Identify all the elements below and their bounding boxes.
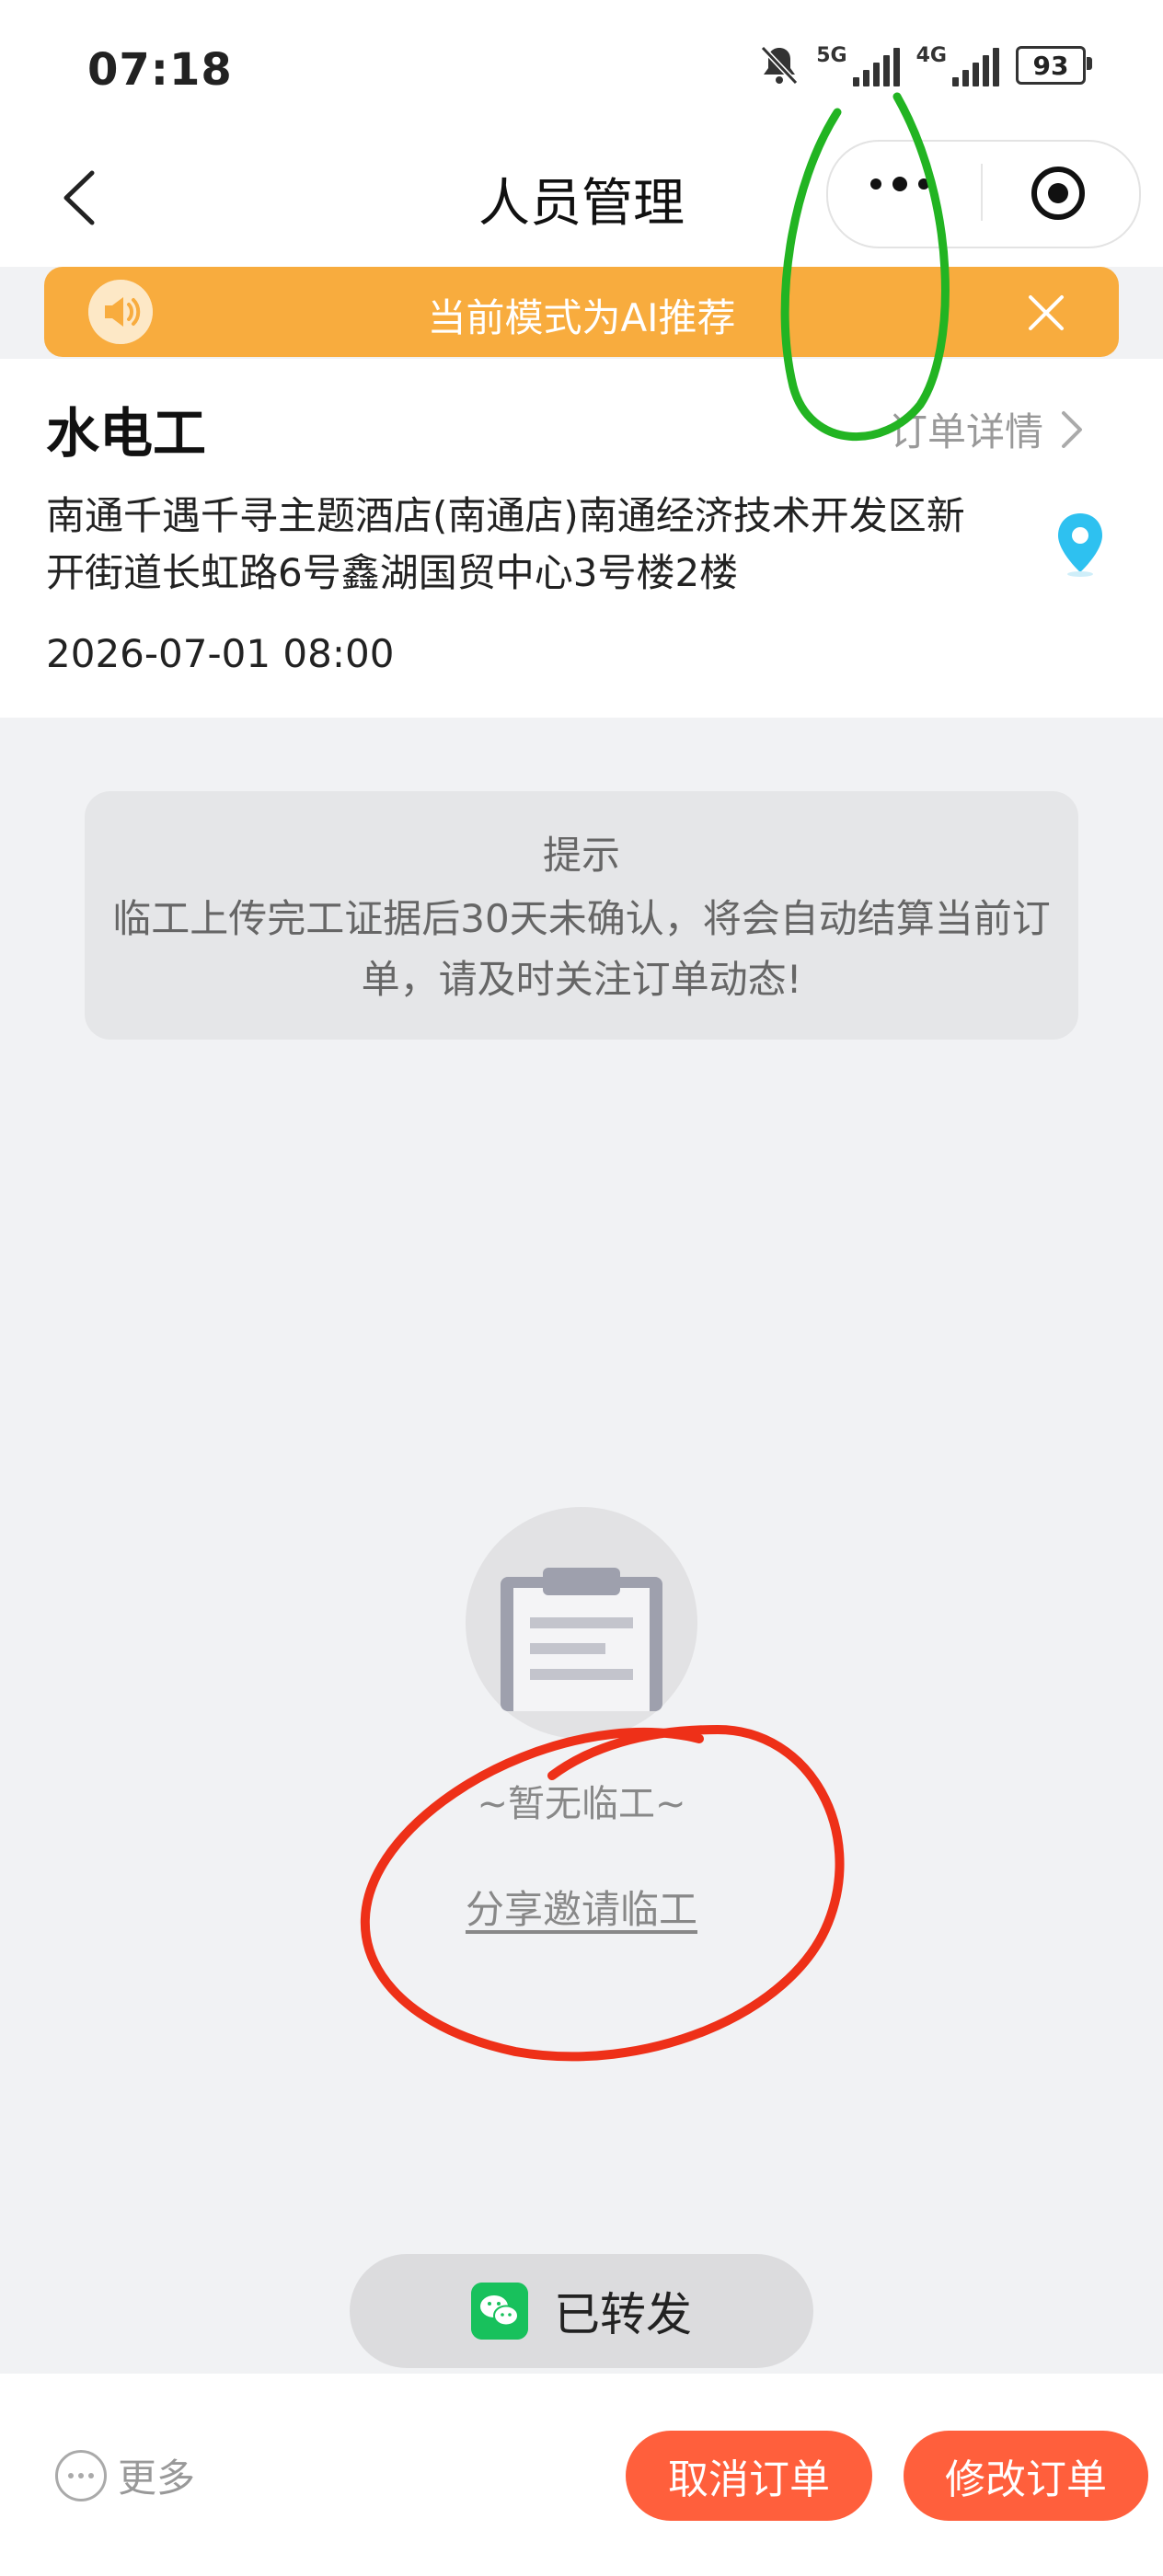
more-label: 更多	[118, 2455, 196, 2501]
notice-title: 提示	[542, 833, 620, 878]
signal-5g-icon: 5G	[816, 44, 900, 86]
more-button[interactable]: 更多	[55, 2447, 195, 2503]
clipboard-icon	[501, 1568, 662, 1711]
forwarded-label: 已转发	[554, 2288, 692, 2341]
order-detail-link[interactable]: 订单详情	[889, 401, 1084, 457]
signal-4g-icon: 4G	[916, 44, 999, 86]
order-datetime: 2026-07-01 08:00	[46, 631, 395, 676]
more-circle-icon	[55, 2449, 107, 2501]
status-time: 07:18	[87, 44, 233, 96]
close-icon[interactable]	[1023, 290, 1069, 336]
miniprogram-capsule	[826, 140, 1141, 248]
capsule-divider	[981, 164, 983, 221]
forwarded-button[interactable]: 已转发	[350, 2254, 813, 2368]
chevron-right-icon	[1062, 410, 1083, 448]
cancel-order-button[interactable]: 取消订单	[626, 2431, 872, 2521]
edit-order-button[interactable]: 修改订单	[904, 2431, 1148, 2521]
share-invite-label[interactable]: 分享邀请临工	[466, 1887, 697, 1932]
order-detail-label: 订单详情	[889, 409, 1044, 454]
order-address: 南通千遇千寻主题酒店(南通店)南通经济技术开发区新开街道长虹路6号鑫湖国贸中心3…	[46, 493, 965, 595]
net-label-4g: 4G	[915, 44, 947, 67]
battery-icon: 93	[1016, 46, 1092, 85]
notice-body: 临工上传完工证据后30天未确认，将会自动结算当前订单，请及时关注订单动态!	[112, 896, 1051, 1002]
empty-state-text: ~暂无临工~	[477, 1783, 686, 1825]
more-dots-icon[interactable]	[870, 177, 929, 191]
share-invite-link[interactable]: 分享邀请临工	[0, 1879, 1163, 1935]
close-miniprogram-icon[interactable]	[1029, 164, 1088, 223]
net-label-5g: 5G	[816, 44, 847, 67]
bell-muted-icon	[761, 45, 799, 86]
wechat-icon	[471, 2283, 528, 2340]
status-icons: 5G 4G 93	[759, 44, 1092, 86]
banner-text: 当前模式为AI推荐	[427, 295, 736, 340]
location-pin-icon[interactable]	[1054, 512, 1106, 578]
job-title: 水电工	[46, 402, 207, 465]
